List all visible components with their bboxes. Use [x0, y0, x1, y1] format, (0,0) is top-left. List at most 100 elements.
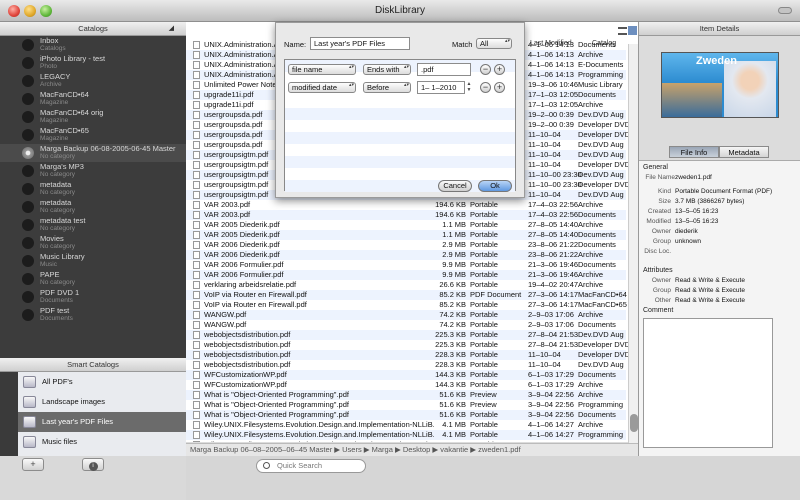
rule-1-add-button[interactable]: +	[494, 64, 505, 75]
file-size-cell: 225.3 KB	[435, 330, 466, 339]
pdf-file-icon	[193, 191, 200, 199]
last-modified-cell: 21–3–06 19:46	[528, 260, 579, 269]
catalog-item[interactable]: metadata No category	[0, 198, 186, 216]
pdf-file-icon	[193, 181, 200, 189]
pdf-file-icon	[193, 251, 200, 259]
table-row[interactable]: VoIP via Router en Firewall.pdf 85.2 KB Po…	[186, 300, 627, 310]
cancel-button[interactable]: Cancel	[438, 180, 472, 192]
pdf-file-icon	[193, 71, 200, 79]
table-row[interactable]: WFCustomizationWP.pdf 144.3 KB Portable 6–1…	[186, 370, 626, 380]
catalog-item[interactable]: metadata No category	[0, 180, 186, 198]
catalog-item[interactable]: MacFanCD•65 Magazine	[0, 126, 186, 144]
ok-button[interactable]: Ok	[478, 180, 512, 192]
file-size-cell: 144.3 KB	[435, 380, 466, 389]
match-popup[interactable]: All	[476, 38, 512, 49]
scroll-thumb[interactable]	[630, 414, 638, 432]
table-row[interactable]: VAR 2006 Formulier.pdf 9.9 MB Portable 21–3…	[186, 260, 626, 270]
view-columns-icon[interactable]	[628, 26, 637, 35]
rule-2-field-popup[interactable]: modified date	[288, 82, 356, 93]
table-row[interactable]: WANGW.pdf 74.2 KB Portable 2–9–03 17:06 Docu…	[186, 320, 626, 330]
smart-catalog-list[interactable]: All PDF's Landscape images Last year's PDF…	[18, 372, 186, 456]
smart-catalog-item[interactable]: Landscape images	[18, 392, 186, 412]
path-bar[interactable]: Marga Backup 06–08–2005–06–45 Master ▶ U…	[186, 443, 638, 456]
date-stepper[interactable]: ▲ ▼	[466, 81, 472, 93]
catalog-item[interactable]: PDF test Documents	[0, 306, 186, 324]
file-name-cell: webobjectsdistribution.pdf	[204, 340, 291, 349]
rule-2-date-field[interactable]: 1– 1–2010	[417, 81, 465, 94]
table-row[interactable]: VoIP via Router en Firewall.pdf 85.2 KB PD…	[186, 290, 627, 300]
sort-icon[interactable]: ◢	[169, 22, 174, 36]
rule-1-remove-button[interactable]: −	[480, 64, 491, 75]
table-row[interactable]: webobjectsdistribution.pdf 225.3 KB Portab…	[186, 330, 626, 340]
tab-file-info[interactable]: File Info	[669, 146, 719, 158]
rule-2-add-button[interactable]: +	[494, 82, 505, 93]
table-row[interactable]: webobjectsdistribution.pdf 228.3 KB Portab…	[186, 360, 626, 370]
catalog-item[interactable]: PDF DVD 1 Documents	[0, 288, 186, 306]
info-row: Size 3.7 MB (3866267 bytes)	[639, 198, 799, 208]
table-row[interactable]: Wiley.UNIX.Filesystems.Evolution.Design.…	[186, 440, 626, 442]
rule-2-remove-button[interactable]: −	[480, 82, 491, 93]
last-modified-cell: 3–9–04 22:56	[528, 390, 574, 399]
table-row[interactable]: VAR 2006 Formulier.pdf 9.9 MB Portable 21–3…	[186, 270, 626, 280]
attribute-key: Owner	[651, 277, 671, 284]
table-row[interactable]: VAR 2003.pdf 194.6 KB Portable 17–4–03 22:5…	[186, 210, 626, 220]
table-row[interactable]: VAR 2006 Diederik.pdf 2.9 MB Portable 23–8–…	[186, 250, 626, 260]
table-row[interactable]: What is "Object-Oriented Programming".pd…	[186, 390, 626, 400]
catalog-item[interactable]: PAPE No category	[0, 270, 186, 288]
file-name-cell: WANGW.pdf	[204, 310, 247, 319]
smart-catalog-item[interactable]: Last year's PDF Files	[18, 412, 186, 432]
info-key: Size	[658, 198, 671, 205]
catalog-item[interactable]: MacFanCD•64 Magazine	[0, 90, 186, 108]
table-row[interactable]: Wiley.UNIX.Filesystems.Evolution.Design.…	[186, 430, 626, 440]
table-row[interactable]: VAR 2003.pdf 194.6 KB Portable 17–4–03 22:5…	[186, 200, 626, 210]
smart-catalog-label: All PDF's	[42, 377, 73, 386]
table-row[interactable]: Wiley.UNIX.Filesystems.Evolution.Design.…	[186, 420, 626, 430]
comment-field[interactable]	[643, 318, 773, 448]
last-modified-cell: 27–3–06 14:17	[528, 290, 579, 299]
file-kind-cell: Portable	[470, 370, 498, 379]
file-kind-cell: Portable	[470, 270, 498, 279]
pdf-file-icon	[193, 101, 200, 109]
catalog-item[interactable]: Inbox Catalogs	[0, 36, 186, 54]
pdf-file-icon	[193, 281, 200, 289]
catalog-item[interactable]: Movies No category	[0, 234, 186, 252]
smart-folder-icon	[23, 436, 36, 448]
rule-2-operator-popup[interactable]: Before	[363, 82, 411, 93]
table-row[interactable]: What is "Object-Oriented Programming".pd…	[186, 410, 626, 420]
name-field[interactable]: Last year's PDF Files	[310, 37, 410, 50]
file-info-panel: General File Name zweden1.pdf Kind Portab…	[639, 160, 800, 456]
smart-catalog-item[interactable]: All PDF's	[18, 372, 186, 392]
catalog-item[interactable]: LEGACY Archive	[0, 72, 186, 90]
catalog-list[interactable]: Inbox Catalogs iPhoto Library - test Photo L…	[0, 36, 186, 358]
quick-search-field[interactable]: Quick Search	[256, 459, 366, 473]
catalog-item[interactable]: Marga's MP3 No category	[0, 162, 186, 180]
pdf-file-icon	[193, 331, 200, 339]
view-list-icon[interactable]	[618, 27, 627, 35]
catalog-category: No category	[40, 171, 76, 178]
info-button[interactable]: i	[82, 458, 104, 471]
pdf-file-icon	[193, 401, 200, 409]
table-row[interactable]: WFCustomizationWP.pdf 144.3 KB Portable 6–1…	[186, 380, 626, 390]
tab-metadata[interactable]: Metadata	[719, 146, 769, 158]
rule-1-operator-popup[interactable]: Ends with	[363, 64, 411, 75]
table-row[interactable]: webobjectsdistribution.pdf 228.3 KB Portab…	[186, 350, 630, 360]
catalog-item[interactable]: Music Library Music	[0, 252, 186, 270]
table-row[interactable]: VAR 2005 Diederik.pdf 1.1 MB Portable 27–8–…	[186, 230, 626, 240]
pdf-file-icon	[193, 241, 200, 249]
smart-catalog-item[interactable]: Music files	[18, 432, 186, 452]
table-row[interactable]: VAR 2006 Diederik.pdf 2.9 MB Portable 23–8–…	[186, 240, 626, 250]
catalog-item[interactable]: Marga Backup 06-08-2005-06-45 Master No c…	[0, 144, 186, 162]
table-row[interactable]: webobjectsdistribution.pdf 225.3 KB Portab…	[186, 340, 630, 350]
toolbar-toggle-button[interactable]	[778, 7, 792, 14]
table-row[interactable]: WANGW.pdf 74.2 KB Portable 2–9–03 17:06 Arch…	[186, 310, 626, 320]
catalog-item[interactable]: MacFanCD•64 orig Magazine	[0, 108, 186, 126]
catalog-item[interactable]: metadata test No category	[0, 216, 186, 234]
file-size-cell: 4.1 MB	[442, 420, 466, 429]
table-row[interactable]: What is "Object-Oriented Programming".pd…	[186, 400, 626, 410]
rule-1-field-popup[interactable]: file name	[288, 64, 356, 75]
table-row[interactable]: VAR 2005 Diederik.pdf 1.1 MB Portable 27–8–…	[186, 220, 626, 230]
add-catalog-button[interactable]: +	[22, 458, 44, 471]
catalog-item[interactable]: iPhoto Library - test Photo	[0, 54, 186, 72]
rule-1-value-field[interactable]: .pdf	[417, 63, 471, 76]
table-row[interactable]: verklaring arbeidsrelatie.pdf 26.6 KB Port…	[186, 280, 626, 290]
